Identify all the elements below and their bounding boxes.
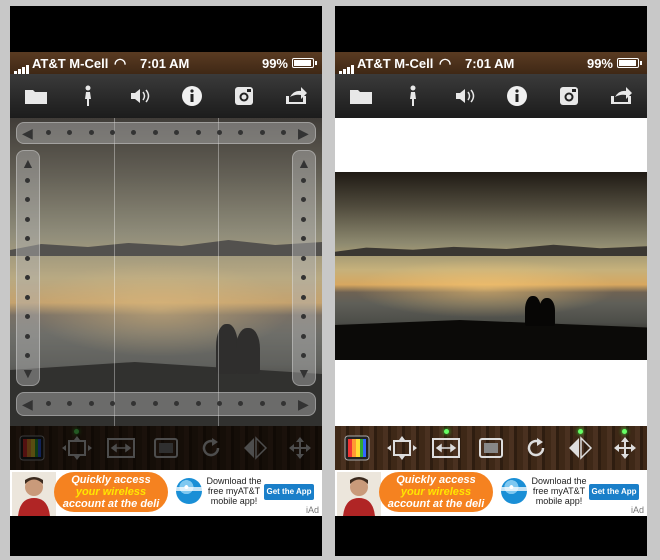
edit-toolbar	[10, 426, 322, 470]
share-icon[interactable]	[607, 82, 635, 110]
person-walk-icon[interactable]	[399, 82, 427, 110]
battery-percent: 99%	[586, 56, 613, 71]
status-led	[443, 429, 449, 434]
arrow-down-icon[interactable]: ▼	[297, 366, 311, 380]
person-walk-icon[interactable]	[74, 82, 102, 110]
carrier-label: AT&T M-Cell	[357, 56, 434, 71]
move-icon[interactable]	[283, 433, 317, 463]
letterbox-bottom	[335, 360, 647, 426]
arrow-up-icon[interactable]: ▲	[297, 156, 311, 170]
crop-expand-icon[interactable]	[60, 429, 94, 463]
iad-label: iAd	[305, 505, 319, 515]
slider-dots	[46, 401, 286, 406]
edit-toolbar	[335, 426, 647, 470]
carrier-label: AT&T M-Cell	[32, 56, 109, 71]
iad-banner[interactable]: Quickly access your wireless account at …	[335, 470, 647, 516]
battery-percent: 99%	[261, 56, 288, 71]
rotate-icon[interactable]	[519, 433, 553, 463]
get-app-button[interactable]: Get the App	[589, 484, 639, 500]
instagram-icon[interactable]	[230, 82, 258, 110]
speaker-icon[interactable]	[126, 82, 154, 110]
arrow-right-icon[interactable]: ▶	[298, 397, 309, 411]
frame-icon[interactable]	[149, 433, 183, 463]
grid-line	[218, 118, 219, 426]
rotate-icon[interactable]	[194, 433, 228, 463]
color-filter-icon[interactable]	[340, 433, 374, 463]
photo-person-silhouette	[539, 298, 555, 326]
arrow-right-icon[interactable]: ▶	[298, 126, 309, 140]
flip-icon[interactable]	[238, 433, 272, 463]
ad-headline: Quickly access your wireless account at …	[54, 472, 168, 512]
battery-icon	[292, 58, 317, 68]
speaker-icon[interactable]	[451, 82, 479, 110]
phone-screen-right: AT&T M-Cell ◠ 7:01 AM 99% Quickly access…	[335, 6, 647, 556]
wifi-icon: ◠	[114, 55, 127, 71]
phone-screen-left: AT&T M-Cell ◠ 7:01 AM 99% ◀ ▶ ▲ ▼ ▲ ▼ ◀ …	[10, 6, 322, 556]
arrow-left-icon[interactable]: ◀	[22, 126, 33, 140]
get-app-button[interactable]: Get the App	[264, 484, 314, 500]
signal-icon	[14, 59, 30, 74]
clock: 7:01 AM	[140, 56, 190, 71]
grid-line	[114, 118, 115, 426]
signal-icon	[339, 59, 355, 74]
info-icon[interactable]	[503, 82, 531, 110]
ad-headline: Quickly access your wireless account at …	[379, 472, 493, 512]
ad-person-image	[12, 472, 56, 516]
photo-mountains	[335, 244, 647, 256]
crop-overlay	[10, 118, 322, 426]
att-logo-icon	[176, 478, 202, 504]
status-led	[622, 429, 628, 434]
crop-expand-icon[interactable]	[385, 433, 419, 463]
folder-icon[interactable]	[22, 82, 50, 110]
iad-label: iAd	[630, 505, 644, 515]
flip-icon[interactable]	[563, 429, 597, 463]
clock: 7:01 AM	[465, 56, 515, 71]
status-led	[577, 429, 583, 434]
photo-shore	[335, 320, 647, 360]
color-filter-icon[interactable]	[15, 433, 49, 463]
arrow-left-icon[interactable]: ◀	[22, 397, 33, 411]
att-logo-icon	[501, 478, 527, 504]
iad-banner[interactable]: Quickly access your wireless account at …	[10, 470, 322, 516]
battery-icon	[617, 58, 642, 68]
arrow-down-icon[interactable]: ▼	[21, 366, 35, 380]
ad-promo-text: Download the free myAT&T mobile app!	[531, 476, 587, 506]
status-bar: AT&T M-Cell ◠ 7:01 AM 99%	[10, 52, 322, 74]
aspect-fit-icon[interactable]	[429, 429, 463, 463]
status-led	[74, 429, 80, 434]
ad-person-image	[337, 472, 381, 516]
share-icon[interactable]	[282, 82, 310, 110]
top-toolbar	[10, 74, 322, 118]
aspect-fit-icon[interactable]	[104, 433, 138, 463]
photo-canvas[interactable]	[335, 172, 647, 360]
folder-icon[interactable]	[347, 82, 375, 110]
letterbox-top	[335, 118, 647, 172]
wifi-icon: ◠	[439, 55, 452, 71]
move-icon[interactable]	[608, 429, 642, 463]
arrow-up-icon[interactable]: ▲	[21, 156, 35, 170]
instagram-icon[interactable]	[555, 82, 583, 110]
frame-icon[interactable]	[474, 433, 508, 463]
ad-promo-text: Download the free myAT&T mobile app!	[206, 476, 262, 506]
status-bar: AT&T M-Cell ◠ 7:01 AM 99%	[335, 52, 647, 74]
top-toolbar	[335, 74, 647, 118]
slider-dots	[46, 130, 286, 135]
slider-dots	[301, 178, 306, 358]
slider-dots	[25, 178, 30, 358]
info-icon[interactable]	[178, 82, 206, 110]
